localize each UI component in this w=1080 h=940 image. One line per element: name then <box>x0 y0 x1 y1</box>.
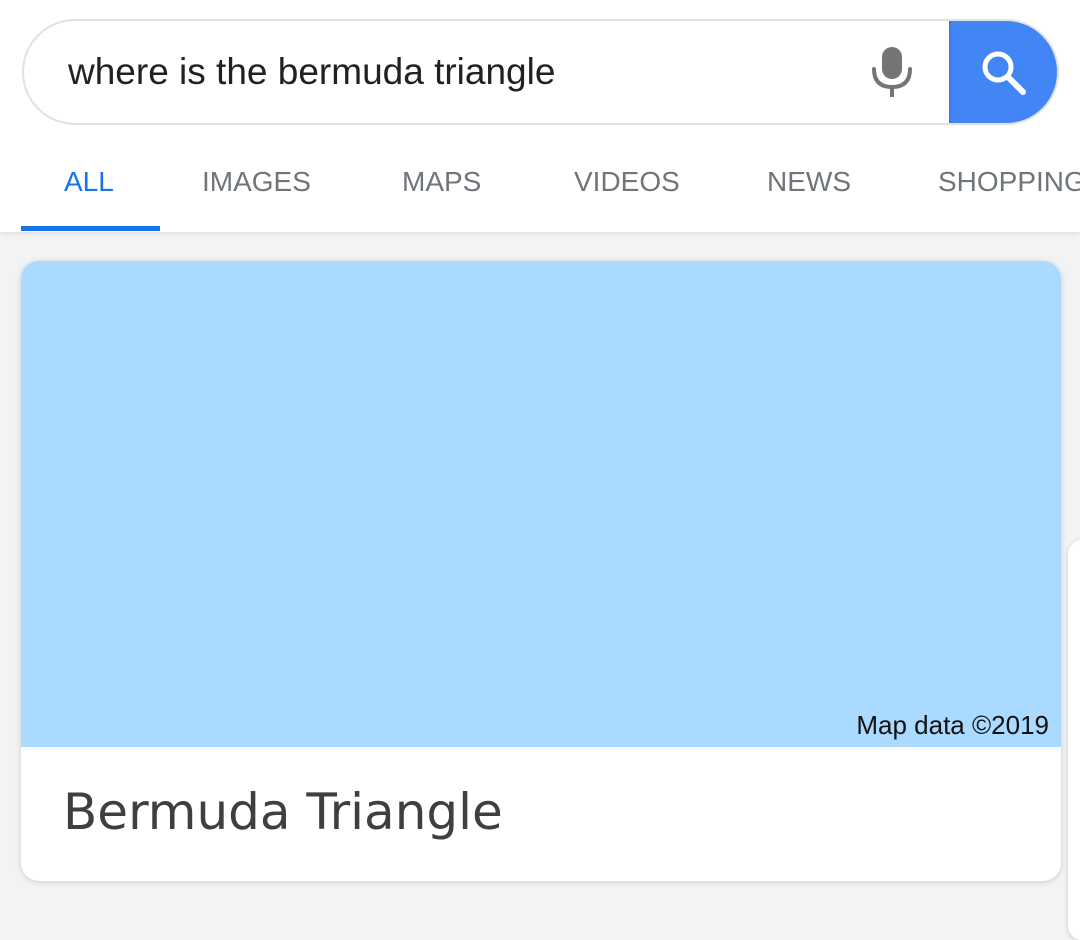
tab-videos[interactable]: VIDEOS <box>574 140 680 228</box>
microphone-icon[interactable] <box>868 43 916 101</box>
next-card-edge[interactable] <box>1068 540 1080 940</box>
tab-images[interactable]: IMAGES <box>202 140 311 228</box>
search-icon <box>982 51 1026 95</box>
search-input[interactable]: where is the bermuda triangle <box>68 21 555 123</box>
tab-maps[interactable]: MAPS <box>402 140 481 228</box>
search-header: where is the bermuda triangle ALL IMAGES… <box>0 0 1080 232</box>
search-tabs: ALL IMAGES MAPS VIDEOS NEWS SHOPPING <box>0 140 1080 232</box>
tab-shopping[interactable]: SHOPPING <box>938 140 1080 228</box>
map-result-card[interactable]: Map data ©2019 Bermuda Triangle <box>21 261 1061 881</box>
map-credit: Map data ©2019 <box>856 710 1049 740</box>
place-title[interactable]: Bermuda Triangle <box>63 783 503 841</box>
tab-news[interactable]: NEWS <box>767 140 851 228</box>
map-view[interactable]: Map data ©2019 <box>21 261 1061 747</box>
active-tab-indicator <box>21 226 160 231</box>
search-button[interactable] <box>949 21 1057 123</box>
search-box[interactable]: where is the bermuda triangle <box>22 19 1059 125</box>
tab-all[interactable]: ALL <box>64 140 114 228</box>
